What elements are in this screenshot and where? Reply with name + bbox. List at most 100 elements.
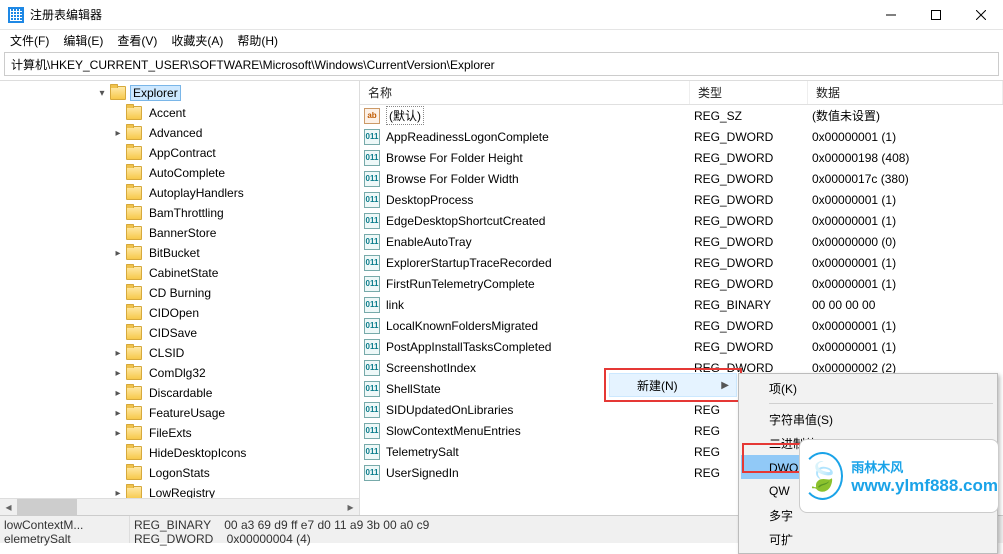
value-row[interactable]: 011Browse For Folder WidthREG_DWORD0x000…	[360, 168, 1003, 189]
column-name[interactable]: 名称	[360, 81, 690, 104]
value-row[interactable]: 011DesktopProcessREG_DWORD0x00000001 (1)	[360, 189, 1003, 210]
value-name: DesktopProcess	[386, 193, 473, 207]
folder-icon	[126, 246, 142, 260]
tree-item[interactable]: ▸ComDlg32	[0, 363, 359, 383]
tree-item[interactable]: CabinetState	[0, 263, 359, 283]
tree-item[interactable]: ▸CLSID	[0, 343, 359, 363]
folder-icon	[126, 266, 142, 280]
value-name: ShellState	[386, 382, 441, 396]
tree-item[interactable]: AppContract	[0, 143, 359, 163]
value-row[interactable]: 011AppReadinessLogonCompleteREG_DWORD0x0…	[360, 126, 1003, 147]
tree-toggle-icon[interactable]: ▾	[96, 88, 108, 99]
value-type: REG_DWORD	[690, 256, 808, 270]
binary-value-icon: 011	[364, 150, 380, 166]
tree-toggle-icon[interactable]: ▸	[112, 348, 124, 359]
tree-item-label: BitBucket	[146, 245, 203, 261]
value-row[interactable]: ab(默认)REG_SZ(数值未设置)	[360, 105, 1003, 126]
horizontal-scrollbar[interactable]: ◂▸	[0, 498, 359, 515]
column-type[interactable]: 类型	[690, 81, 808, 104]
tree-item[interactable]: ▸ FeatureUsage	[0, 403, 359, 423]
tree-item[interactable]: LogonStats	[0, 463, 359, 483]
value-row[interactable]: 011Browse For Folder HeightREG_DWORD0x00…	[360, 147, 1003, 168]
tree-item[interactable]: ▸Discardable	[0, 383, 359, 403]
folder-icon	[126, 226, 142, 240]
tree-item[interactable]: CIDSave	[0, 323, 359, 343]
submenu-item[interactable]: 可扩	[741, 527, 995, 551]
menu-separator	[769, 403, 993, 404]
tree-item-label: FeatureUsage	[146, 405, 228, 421]
tree-item[interactable]: ▸Advanced	[0, 123, 359, 143]
tree-item[interactable]: CIDOpen	[0, 303, 359, 323]
value-row[interactable]: 011 PostAppInstallTasksCompleted REG_DWORD…	[360, 336, 1003, 357]
minimize-button[interactable]	[868, 0, 913, 29]
submenu-item[interactable]: 字符串值(S)	[741, 407, 995, 431]
value-name: FirstRunTelemetryComplete	[386, 277, 535, 291]
tree-toggle-icon[interactable]: ▸	[112, 128, 124, 139]
app-icon	[8, 7, 24, 23]
value-row[interactable]: 011EdgeDesktopShortcutCreatedREG_DWORD0x…	[360, 210, 1003, 231]
value-name: SlowContextMenuEntries	[386, 424, 521, 438]
close-button[interactable]	[958, 0, 1003, 29]
string-value-icon: ab	[364, 108, 380, 124]
window-title: 注册表编辑器	[30, 6, 868, 23]
watermark-logo-icon: 🍃	[800, 450, 845, 502]
value-type: REG_DWORD	[690, 193, 808, 207]
folder-icon	[126, 306, 142, 320]
tree-item[interactable]: CD Burning	[0, 283, 359, 303]
tree-toggle-icon[interactable]: ▸	[112, 408, 124, 419]
context-menu-new[interactable]: 新建(N) ▶	[609, 373, 737, 397]
value-name: Browse For Folder Height	[386, 151, 523, 165]
submenu-item[interactable]: 项(K)	[741, 376, 995, 400]
binary-value-icon: 011	[364, 234, 380, 250]
value-row[interactable]: 011ExplorerStartupTraceRecordedREG_DWORD…	[360, 252, 1003, 273]
menu-bar: 文件(F) 编辑(E) 查看(V) 收藏夹(A) 帮助(H)	[0, 30, 1003, 50]
menu-file[interactable]: 文件(F)	[4, 31, 55, 50]
tree-item[interactable]: AutoComplete	[0, 163, 359, 183]
binary-value-icon: 011	[364, 297, 380, 313]
tree-item[interactable]: ▸FileExts	[0, 423, 359, 443]
menu-help[interactable]: 帮助(H)	[231, 31, 284, 50]
value-type: REG_SZ	[690, 109, 808, 123]
value-name: SIDUpdatedOnLibraries	[386, 403, 513, 417]
tree-item-label: Accent	[146, 105, 189, 121]
folder-icon	[126, 466, 142, 480]
maximize-button[interactable]	[913, 0, 958, 29]
value-data: 0x00000001 (1)	[808, 277, 1003, 291]
value-name: PostAppInstallTasksCompleted	[386, 340, 551, 354]
menu-favorites[interactable]: 收藏夹(A)	[165, 31, 229, 50]
binary-value-icon: 011	[364, 444, 380, 460]
menu-edit[interactable]: 编辑(E)	[57, 31, 109, 50]
tree-item[interactable]: HideDesktopIcons	[0, 443, 359, 463]
tree-item[interactable]: BannerStore	[0, 223, 359, 243]
binary-value-icon: 011	[364, 192, 380, 208]
tree-item[interactable]: BamThrottling	[0, 203, 359, 223]
folder-icon	[126, 366, 142, 380]
tree-item-label: AutoplayHandlers	[146, 185, 247, 201]
value-row[interactable]: 011LocalKnownFoldersMigratedREG_DWORD0x0…	[360, 315, 1003, 336]
binary-value-icon: 011	[364, 423, 380, 439]
value-row[interactable]: 011FirstRunTelemetryCompleteREG_DWORD0x0…	[360, 273, 1003, 294]
tree-toggle-icon[interactable]: ▸	[112, 388, 124, 399]
binary-value-icon: 011	[364, 318, 380, 334]
binary-value-icon: 011	[364, 339, 380, 355]
value-type: REG_DWORD	[690, 340, 808, 354]
binary-value-icon: 011	[364, 465, 380, 481]
tree-toggle-icon[interactable]: ▸	[112, 488, 124, 499]
tree-item[interactable]: Accent	[0, 103, 359, 123]
value-data: 0x00000001 (1)	[808, 256, 1003, 270]
folder-icon	[126, 166, 142, 180]
tree-toggle-icon[interactable]: ▸	[112, 428, 124, 439]
value-row[interactable]: 011EnableAutoTrayREG_DWORD0x00000000 (0)	[360, 231, 1003, 252]
tree-item-label: CIDOpen	[146, 305, 202, 321]
tree-item[interactable]: ▾Explorer	[0, 83, 359, 103]
value-row[interactable]: 011linkREG_BINARY00 00 00 00	[360, 294, 1003, 315]
value-name: (默认)	[386, 106, 424, 125]
column-data[interactable]: 数据	[808, 81, 1003, 104]
address-bar[interactable]: 计算机\HKEY_CURRENT_USER\SOFTWARE\Microsoft…	[4, 52, 999, 76]
menu-view[interactable]: 查看(V)	[111, 31, 163, 50]
tree-item[interactable]: ▸ BitBucket	[0, 243, 359, 263]
tree-item[interactable]: AutoplayHandlers	[0, 183, 359, 203]
folder-icon	[126, 406, 142, 420]
tree-toggle-icon[interactable]: ▸	[112, 368, 124, 379]
tree-toggle-icon[interactable]: ▸	[112, 248, 124, 259]
